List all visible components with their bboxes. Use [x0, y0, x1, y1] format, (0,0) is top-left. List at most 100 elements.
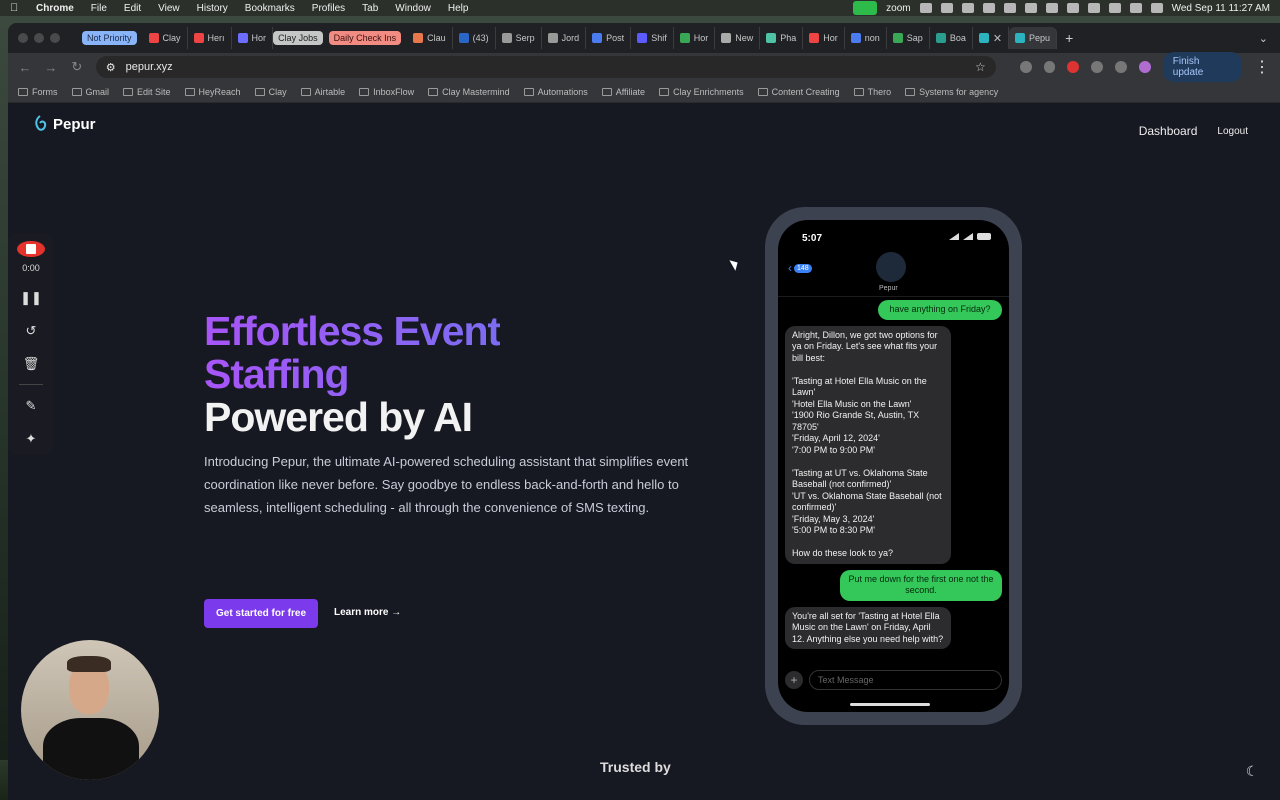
notion-icon[interactable] — [982, 3, 995, 13]
bluetooth-icon[interactable] — [1045, 3, 1058, 13]
extension-icon[interactable] — [1019, 61, 1032, 73]
reload-icon[interactable]: ↻ — [70, 59, 84, 75]
pause-icon[interactable]: ❚❚ — [20, 281, 42, 314]
menubar-clock[interactable]: Wed Sep 11 11:27 AM — [1172, 3, 1270, 14]
pencil-icon[interactable]: ✎ — [26, 389, 37, 422]
menu-view[interactable]: View — [158, 3, 180, 14]
tab[interactable]: Hor — [803, 27, 845, 49]
trash-icon[interactable]: 🗑 — [23, 347, 40, 380]
tab[interactable]: Shif — [631, 27, 674, 49]
stop-recording-button[interactable] — [17, 241, 45, 258]
url-text[interactable]: pepur.xyz — [126, 61, 173, 73]
window-icon[interactable] — [1003, 3, 1016, 13]
tab-group-daily-check-ins[interactable]: Daily Check Ins — [328, 31, 402, 45]
puzzle-icon[interactable] — [1091, 61, 1104, 73]
bookmark-airtable[interactable]: Airtable — [300, 87, 345, 97]
bookmark-clay-enrichments[interactable]: Clay Enrichments — [659, 87, 744, 97]
new-tab-icon[interactable]: + — [1065, 30, 1073, 46]
tab[interactable]: Serp — [496, 27, 542, 49]
tab-label: Hor — [693, 33, 709, 43]
reading-list-icon[interactable] — [1115, 61, 1127, 73]
bookmark-edit-site[interactable]: Edit Site — [123, 87, 171, 97]
site-info-icon[interactable]: ⚙ — [106, 61, 116, 74]
bookmark-forms[interactable]: Forms — [18, 87, 58, 97]
close-tab-icon[interactable]: ✕ — [993, 32, 1002, 45]
bookmark-affiliate[interactable]: Affiliate — [601, 87, 645, 97]
bookmark-star-icon[interactable]: ☆ — [975, 60, 986, 74]
folder-icon — [18, 87, 28, 96]
tab[interactable]: Pha — [760, 27, 804, 49]
maximize-window-icon[interactable] — [50, 33, 60, 43]
get-started-button[interactable]: Get started for free — [204, 599, 318, 628]
tab-pepur-previous[interactable]: ✕ — [973, 27, 1010, 49]
bookmark-gmail[interactable]: Gmail — [71, 87, 109, 97]
tab[interactable]: Clau — [407, 27, 453, 49]
tab[interactable]: Hor — [674, 27, 716, 49]
bookmark-clay-mastermind[interactable]: Clay Mastermind — [428, 87, 510, 97]
wifi-icon[interactable] — [1087, 3, 1100, 13]
layers-icon[interactable] — [940, 3, 953, 13]
tab-label: New — [735, 33, 754, 43]
menu-window[interactable]: Window — [395, 3, 431, 14]
tab-pepur-active[interactable]: Pepu — [1009, 27, 1058, 49]
menu-bookmarks[interactable]: Bookmarks — [245, 3, 295, 14]
close-window-icon[interactable] — [18, 33, 28, 43]
zoom-menu-label[interactable]: zoom — [886, 3, 910, 14]
tab[interactable]: Hor — [232, 27, 274, 49]
menu-tab[interactable]: Tab — [362, 3, 378, 14]
menu-file[interactable]: File — [91, 3, 107, 14]
bookmark-inboxflow[interactable]: InboxFlow — [359, 87, 414, 97]
back-arrow-icon[interactable]: ← — [18, 60, 32, 75]
address-bar[interactable]: ⚙ pepur.xyz ☆ — [95, 56, 996, 78]
bookmark-systems-for-agency[interactable]: Systems for agency — [905, 87, 998, 97]
profile-avatar-icon[interactable] — [1138, 61, 1151, 73]
battery-icon[interactable] — [1066, 3, 1079, 13]
bookmark-heyreach[interactable]: HeyReach — [184, 86, 241, 97]
tab[interactable]: Clay — [143, 27, 188, 49]
search-icon[interactable] — [1108, 3, 1121, 13]
siri-icon[interactable] — [1150, 3, 1163, 13]
gear-icon[interactable] — [961, 3, 974, 13]
menu-edit[interactable]: Edit — [124, 3, 141, 14]
facetime-icon[interactable] — [853, 1, 878, 15]
restart-icon[interactable]: ↺ — [26, 314, 37, 347]
tab-group-clay-jobs[interactable]: Clay Jobs — [273, 31, 323, 45]
tab[interactable]: Herı — [188, 27, 232, 49]
play-icon[interactable] — [1024, 3, 1037, 13]
tab[interactable]: New — [715, 27, 761, 49]
bookmark-content-creating[interactable]: Content Creating — [757, 87, 840, 97]
site-logo[interactable]: Pepur — [33, 115, 96, 133]
forward-arrow-icon[interactable]: → — [44, 60, 58, 75]
nav-logout-link[interactable]: Logout — [1217, 126, 1248, 137]
magic-wand-icon[interactable]: ✦ — [26, 422, 37, 455]
menu-app-name[interactable]: Chrome — [36, 3, 74, 14]
extension-icon[interactable] — [1067, 61, 1080, 73]
more-menu-icon[interactable]: ⋮ — [1254, 57, 1270, 77]
tab[interactable]: Jord — [542, 27, 587, 49]
bookmark-clay[interactable]: Clay — [254, 87, 287, 97]
tab[interactable]: non — [845, 27, 887, 49]
tab-group-not-priority[interactable]: Not Priority — [82, 31, 137, 45]
tab[interactable]: Sap — [887, 27, 930, 49]
tab[interactable]: Post — [586, 27, 632, 49]
bookmark-thero[interactable]: Thero — [853, 87, 891, 97]
apple-icon[interactable]:  — [10, 2, 22, 14]
menu-profiles[interactable]: Profiles — [312, 3, 345, 14]
tab-search-chevron-icon[interactable]: ⌄ — [1259, 32, 1268, 45]
tab[interactable]: Boa — [930, 27, 973, 49]
contact-avatar — [876, 252, 906, 282]
webcam-overlay[interactable] — [21, 640, 159, 780]
control-center-icon[interactable] — [1129, 3, 1142, 13]
dark-mode-toggle-icon[interactable]: ☾ — [1242, 763, 1262, 783]
extension-icon[interactable] — [1043, 61, 1056, 73]
finish-update-button[interactable]: Finish update — [1162, 52, 1243, 82]
learn-more-link[interactable]: Learn more → — [334, 607, 401, 618]
tab[interactable]: (43) — [453, 27, 496, 49]
menu-history[interactable]: History — [197, 3, 228, 14]
status-icon[interactable] — [919, 3, 932, 13]
bookmark-automations[interactable]: Automations — [523, 87, 588, 97]
nav-dashboard-link[interactable]: Dashboard — [1139, 124, 1198, 138]
menu-help[interactable]: Help — [448, 3, 469, 14]
minimize-window-icon[interactable] — [34, 33, 44, 43]
bookmark-label: HeyReach — [198, 86, 241, 97]
